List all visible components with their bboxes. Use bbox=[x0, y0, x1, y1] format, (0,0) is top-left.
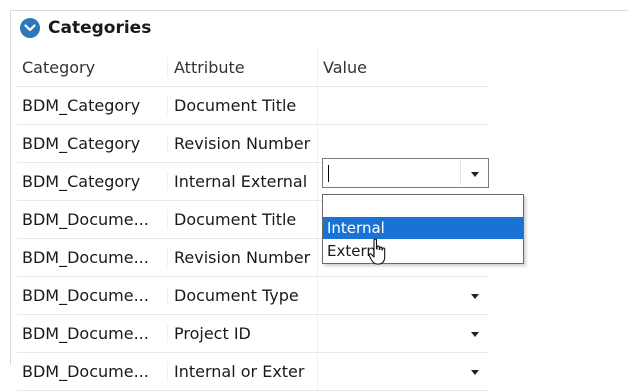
category-cell[interactable]: BDM_Category bbox=[17, 172, 167, 191]
column-header-value[interactable]: Value bbox=[317, 48, 489, 86]
dropdown-arrow-icon[interactable] bbox=[471, 369, 479, 375]
panel-left-border bbox=[10, 10, 11, 365]
category-cell[interactable]: BDM_Docume... bbox=[17, 286, 167, 305]
dropdown-arrow-icon[interactable] bbox=[471, 172, 479, 177]
section-title: Categories bbox=[48, 18, 152, 38]
categories-header[interactable]: Categories bbox=[20, 16, 151, 40]
grid-header-row: Category Attribute Value bbox=[17, 48, 489, 87]
grid-row[interactable]: BDM_Docume... Project ID bbox=[17, 315, 489, 353]
grid-row[interactable]: BDM_Docume... Internal or Exter bbox=[17, 353, 489, 391]
combobox-divider bbox=[460, 161, 461, 185]
category-cell[interactable]: BDM_Docume... bbox=[17, 248, 167, 267]
value-cell[interactable] bbox=[317, 315, 489, 352]
attribute-cell[interactable]: Document Title bbox=[167, 210, 317, 229]
hand-pointer-icon bbox=[368, 238, 386, 265]
column-header-category[interactable]: Category bbox=[17, 58, 167, 77]
attribute-cell[interactable]: Document Type bbox=[167, 286, 317, 305]
value-cell[interactable] bbox=[317, 277, 489, 314]
dropdown-arrow-icon[interactable] bbox=[471, 293, 479, 299]
attribute-cell[interactable]: Revision Number bbox=[167, 248, 317, 267]
value-cell[interactable] bbox=[317, 87, 489, 124]
text-caret bbox=[328, 165, 329, 182]
attribute-cell[interactable]: Document Title bbox=[167, 96, 317, 115]
grid-row[interactable]: BDM_Docume... Document Type bbox=[17, 277, 489, 315]
attribute-cell[interactable]: Project ID bbox=[167, 324, 317, 343]
value-cell[interactable] bbox=[317, 353, 489, 390]
attribute-cell[interactable]: Revision Number bbox=[167, 134, 317, 153]
dropdown-option-empty[interactable] bbox=[323, 195, 523, 217]
column-header-attribute[interactable]: Attribute bbox=[167, 57, 317, 77]
chevron-down-circle-icon[interactable] bbox=[20, 18, 40, 38]
attribute-cell[interactable]: Internal External bbox=[167, 172, 317, 191]
dropdown-list[interactable]: Internal Extern bbox=[322, 194, 524, 264]
category-cell[interactable]: BDM_Category bbox=[17, 134, 167, 153]
value-cell[interactable] bbox=[317, 125, 489, 162]
dropdown-arrow-icon[interactable] bbox=[471, 331, 479, 337]
dropdown-option-internal[interactable]: Internal bbox=[323, 217, 523, 239]
value-combobox[interactable] bbox=[322, 158, 489, 188]
panel-top-border bbox=[10, 10, 628, 11]
grid-row[interactable]: BDM_Category Document Title bbox=[17, 87, 489, 125]
dropdown-option-external[interactable]: Extern bbox=[323, 239, 523, 262]
category-cell[interactable]: BDM_Docume... bbox=[17, 324, 167, 343]
category-cell[interactable]: BDM_Category bbox=[17, 96, 167, 115]
category-cell[interactable]: BDM_Docume... bbox=[17, 210, 167, 229]
